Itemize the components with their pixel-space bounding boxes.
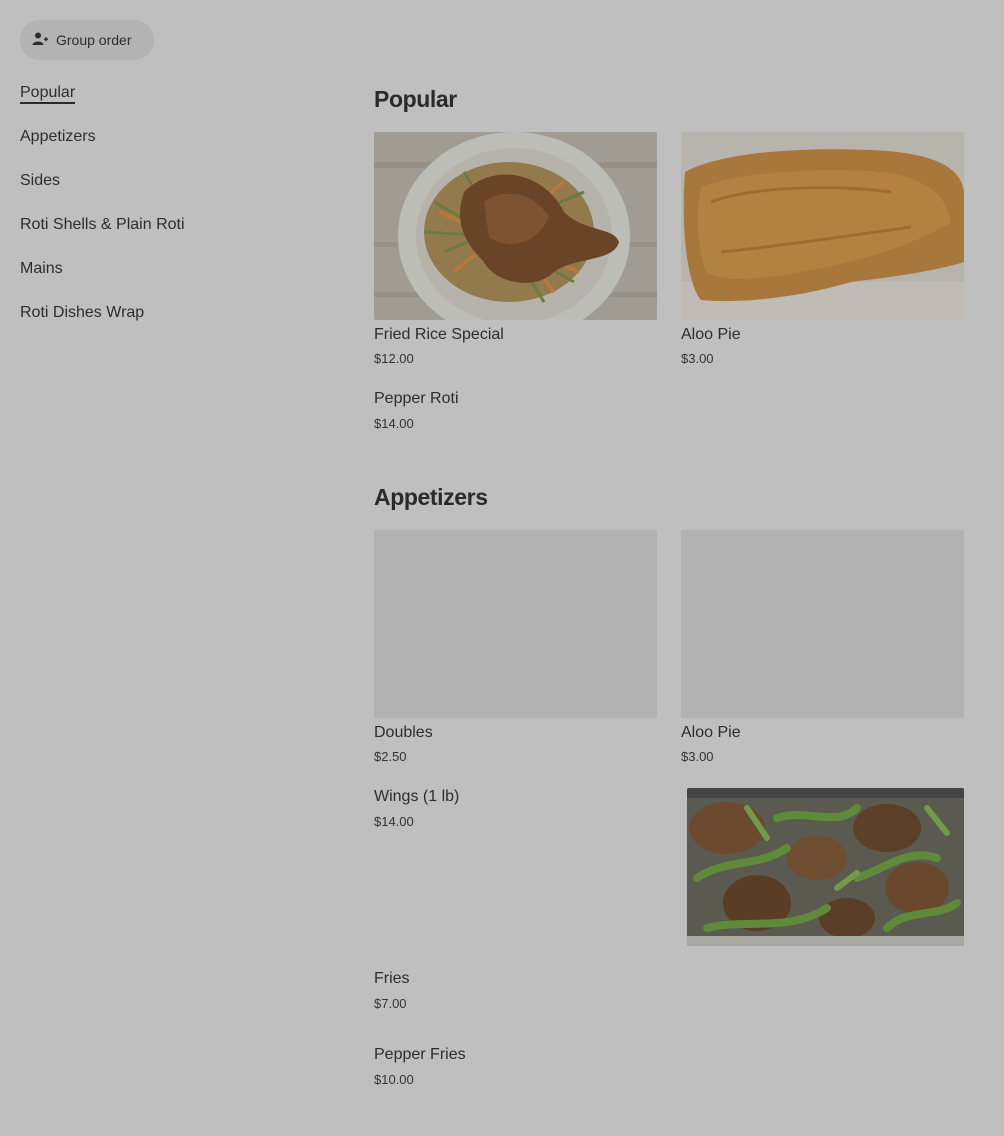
sidebar-item-mains[interactable]: Mains <box>20 258 320 302</box>
item-name: Fried Rice Special <box>374 326 504 343</box>
sidebar-item-appetizers[interactable]: Appetizers <box>20 126 320 170</box>
sidebar-item-popular[interactable]: Popular <box>20 82 320 126</box>
image-placeholder <box>681 530 964 718</box>
item-price: $3.00 <box>681 749 714 764</box>
menu-card-aloo-pie[interactable]: Aloo Pie $3.00 <box>681 132 964 366</box>
item-name: Doubles <box>374 724 433 741</box>
item-name: Pepper Roti <box>374 390 459 407</box>
menu-card-aloo-pie-appetizer[interactable]: Aloo Pie $3.00 <box>681 530 964 764</box>
sidebar-item-roti-dishes-wrap[interactable]: Roti Dishes Wrap <box>20 302 320 346</box>
item-price: $2.50 <box>374 749 407 764</box>
sidebar-item-roti-shells[interactable]: Roti Shells & Plain Roti <box>20 214 320 258</box>
category-sidebar: Popular Appetizers Sides Roti Shells & P… <box>20 82 320 346</box>
group-order-button[interactable]: Group order <box>20 20 154 60</box>
menu-item-pepper-fries[interactable]: Pepper Fries $10.00 <box>374 1046 664 1087</box>
section-title-popular: Popular <box>374 86 457 112</box>
item-price: $3.00 <box>681 351 714 366</box>
menu-card-doubles[interactable]: Doubles $2.50 <box>374 530 657 764</box>
menu-item-fries[interactable]: Fries $7.00 <box>374 970 664 1011</box>
menu-card-fried-rice-special[interactable]: Fried Rice Special $12.00 <box>374 132 657 366</box>
item-name: Pepper Fries <box>374 1046 466 1063</box>
item-price: $14.00 <box>374 814 414 829</box>
section-title-appetizers: Appetizers <box>374 484 488 510</box>
image-placeholder <box>374 530 657 718</box>
item-price: $12.00 <box>374 351 414 366</box>
item-price: $7.00 <box>374 996 407 1011</box>
item-name: Aloo Pie <box>681 724 741 741</box>
group-order-label: Group order <box>56 32 132 48</box>
item-name: Wings (1 lb) <box>374 788 460 805</box>
aloo-pie-photo <box>681 132 964 320</box>
pepper-wings-photo[interactable] <box>687 788 964 946</box>
item-price: $10.00 <box>374 1072 414 1087</box>
menu-item-wings[interactable]: Wings (1 lb) $14.00 <box>374 788 664 829</box>
fried-rice-chicken-photo <box>374 132 657 320</box>
item-name: Aloo Pie <box>681 326 741 343</box>
item-name: Fries <box>374 970 410 987</box>
sidebar-item-sides[interactable]: Sides <box>20 170 320 214</box>
item-price: $14.00 <box>374 416 414 431</box>
add-person-icon <box>32 31 48 50</box>
menu-item-pepper-roti[interactable]: Pepper Roti $14.00 <box>374 390 664 431</box>
